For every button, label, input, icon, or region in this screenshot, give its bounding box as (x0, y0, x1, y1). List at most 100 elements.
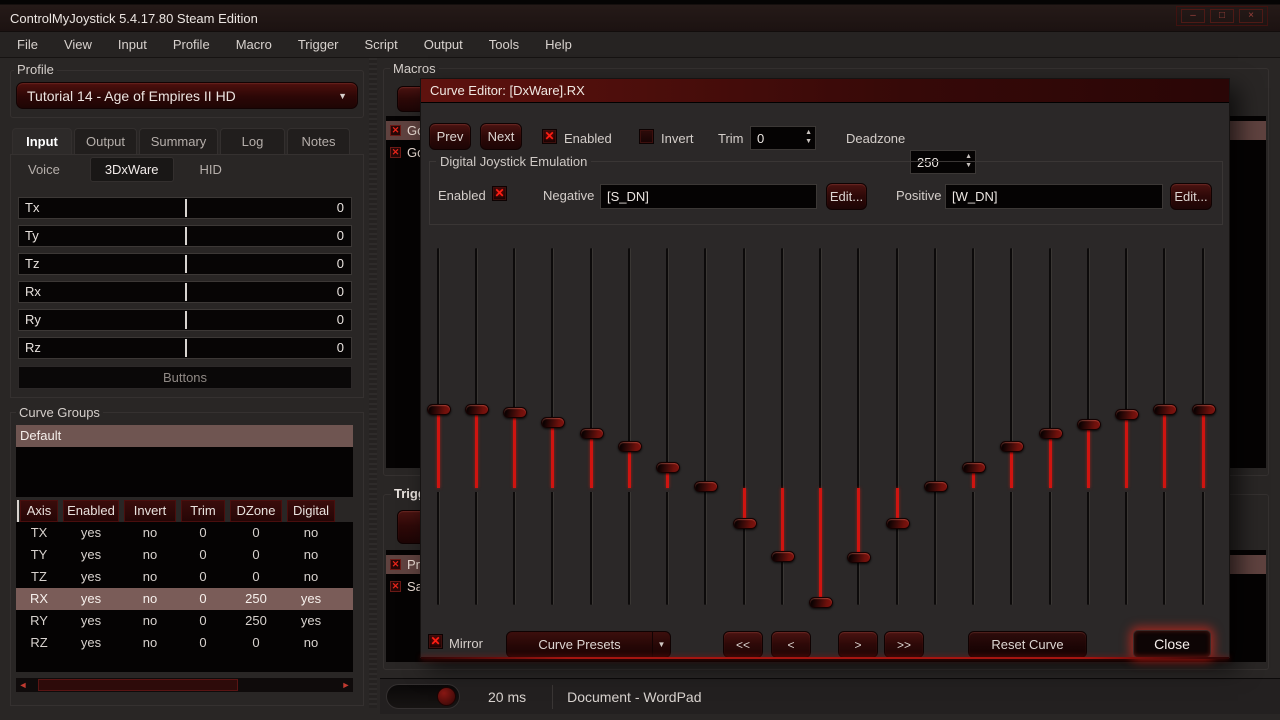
slider-thumb[interactable] (618, 441, 642, 452)
scroll-right-icon[interactable]: ► (339, 680, 353, 690)
slider-thumb[interactable] (1192, 404, 1216, 415)
slider-thumb[interactable] (962, 462, 986, 473)
curve-slider-19[interactable] (1153, 241, 1177, 623)
slider-thumb[interactable] (771, 551, 795, 562)
curve-slider-12[interactable] (886, 241, 910, 623)
subtab-voice[interactable]: Voice (14, 158, 74, 181)
subtab-hid[interactable]: HID (186, 158, 236, 181)
slider-thumb[interactable] (886, 518, 910, 529)
shift-button-3[interactable]: >> (884, 631, 924, 658)
tab-notes[interactable]: Notes (287, 128, 350, 154)
next-button[interactable]: Next (480, 123, 522, 150)
table-row-ry[interactable]: RYyesno0250yes (16, 610, 353, 632)
col-header-axis[interactable]: Axis (20, 500, 58, 522)
table-row-rz[interactable]: RZyesno00no (16, 632, 353, 654)
curve-slider-9[interactable] (771, 241, 795, 623)
col-header-trim[interactable]: Trim (181, 500, 225, 522)
dje-enabled-checkbox[interactable]: ✕ (492, 186, 507, 201)
slider-thumb[interactable] (1115, 409, 1139, 420)
menu-file[interactable]: File (4, 32, 51, 58)
table-row-rx[interactable]: RXyesno0250yes (16, 588, 353, 610)
curve-slider-17[interactable] (1077, 241, 1101, 623)
trim-spinner[interactable]: 0 ▲▼ (750, 126, 816, 150)
curve-slider-0[interactable] (427, 241, 451, 623)
slider-thumb[interactable] (541, 417, 565, 428)
menu-profile[interactable]: Profile (160, 32, 223, 58)
curve-slider-20[interactable] (1192, 241, 1216, 623)
shift-button-1[interactable]: < (771, 631, 811, 658)
slider-thumb[interactable] (656, 462, 680, 473)
minimize-icon[interactable]: – (1181, 9, 1205, 23)
checkbox-icon[interactable]: ✕ (390, 559, 401, 570)
invert-checkbox[interactable] (639, 129, 654, 144)
reset-curve-button[interactable]: Reset Curve (968, 631, 1087, 658)
checkbox-icon[interactable]: ✕ (390, 147, 401, 158)
curve-slider-5[interactable] (618, 241, 642, 623)
curve-slider-7[interactable] (694, 241, 718, 623)
menu-help[interactable]: Help (532, 32, 585, 58)
slider-thumb[interactable] (465, 404, 489, 415)
menu-trigger[interactable]: Trigger (285, 32, 352, 58)
positive-edit-button[interactable]: Edit... (1170, 183, 1212, 210)
enabled-checkbox[interactable]: ✕ (542, 129, 557, 144)
curve-presets-dropdown[interactable]: Curve Presets ▼ (506, 631, 671, 658)
negative-edit-button[interactable]: Edit... (826, 183, 867, 210)
curve-slider-3[interactable] (541, 241, 565, 623)
slider-thumb[interactable] (694, 481, 718, 492)
slider-thumb[interactable] (809, 597, 833, 608)
prev-button[interactable]: Prev (429, 123, 471, 150)
buttons-bar[interactable]: Buttons (18, 366, 352, 389)
scrollbar-thumb[interactable] (38, 679, 238, 691)
slider-thumb[interactable] (1039, 428, 1063, 439)
curve-slider-1[interactable] (465, 241, 489, 623)
close-button[interactable]: Close (1133, 630, 1211, 658)
spinner-arrows-icon[interactable]: ▲▼ (805, 128, 812, 146)
checkbox-icon[interactable]: ✕ (390, 125, 401, 136)
panel-splitter[interactable] (369, 58, 377, 708)
curve-slider-10[interactable] (809, 241, 833, 623)
menu-output[interactable]: Output (411, 32, 476, 58)
shift-button-2[interactable]: > (838, 631, 878, 658)
slider-thumb[interactable] (427, 404, 451, 415)
checkbox-icon[interactable]: ✕ (390, 581, 401, 592)
menu-script[interactable]: Script (352, 32, 411, 58)
tab-output[interactable]: Output (74, 128, 137, 154)
subtab-3dxware[interactable]: 3DxWare (90, 157, 174, 182)
menu-macro[interactable]: Macro (223, 32, 285, 58)
col-header-digital[interactable]: Digital (287, 500, 335, 522)
delay-slider-knob[interactable] (437, 687, 456, 706)
positive-field[interactable]: [W_DN] (945, 184, 1163, 209)
slider-thumb[interactable] (733, 518, 757, 529)
shift-button-0[interactable]: << (723, 631, 763, 658)
table-row-tx[interactable]: TXyesno00no (16, 522, 353, 544)
tab-summary[interactable]: Summary (139, 128, 218, 154)
menu-view[interactable]: View (51, 32, 105, 58)
table-row-ty[interactable]: TYyesno00no (16, 544, 353, 566)
curve-slider-11[interactable] (847, 241, 871, 623)
curve-slider-2[interactable] (503, 241, 527, 623)
maximize-icon[interactable]: □ (1210, 9, 1234, 23)
col-header-enabled[interactable]: Enabled (63, 500, 119, 522)
slider-thumb[interactable] (847, 552, 871, 563)
slider-thumb[interactable] (580, 428, 604, 439)
scrollbar-track[interactable] (30, 678, 339, 692)
curve-slider-15[interactable] (1000, 241, 1024, 623)
curve-slider-16[interactable] (1039, 241, 1063, 623)
scroll-left-icon[interactable]: ◄ (16, 680, 30, 690)
curve-slider-6[interactable] (656, 241, 680, 623)
close-icon[interactable]: × (1239, 9, 1263, 23)
table-row-tz[interactable]: TZyesno00no (16, 566, 353, 588)
slider-thumb[interactable] (1000, 441, 1024, 452)
curve-group-item-default[interactable]: Default (16, 425, 353, 447)
menu-input[interactable]: Input (105, 32, 160, 58)
slider-thumb[interactable] (1077, 419, 1101, 430)
slider-thumb[interactable] (924, 481, 948, 492)
horizontal-scrollbar[interactable]: ◄ ► (16, 678, 353, 692)
curve-slider-18[interactable] (1115, 241, 1139, 623)
slider-thumb[interactable] (1153, 404, 1177, 415)
menu-tools[interactable]: Tools (476, 32, 532, 58)
negative-field[interactable]: [S_DN] (600, 184, 817, 209)
curve-slider-8[interactable] (733, 241, 757, 623)
mirror-checkbox[interactable]: ✕ (428, 634, 443, 649)
col-header-dzone[interactable]: DZone (230, 500, 282, 522)
